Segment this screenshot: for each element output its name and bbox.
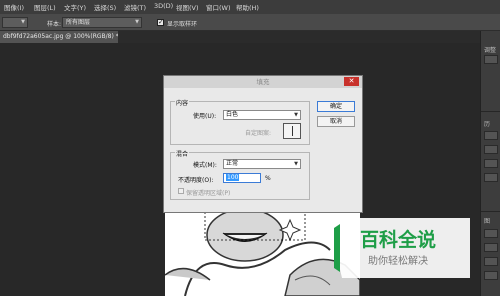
ok-button[interactable]: 确定	[317, 101, 355, 112]
use-label: 使用(U):	[193, 113, 217, 120]
contents-group-title: 内容	[175, 98, 190, 107]
panel-layer-item[interactable]	[484, 257, 498, 266]
panel-layer-item[interactable]	[484, 229, 498, 238]
mode-value: 正常	[226, 160, 239, 167]
panel-history-item[interactable]	[484, 131, 498, 140]
mode-label: 模式(M):	[193, 162, 217, 169]
opacity-label: 不透明度(O):	[178, 177, 214, 184]
contents-group: 内容 使用(U): 白色 ▼ 自定图案:	[170, 98, 310, 145]
fill-dialog: 填充 ✕ 内容 使用(U): 白色 ▼ 自定图案: 混合 模式(M): 正常 ▼…	[163, 75, 363, 213]
menu-filter[interactable]: 滤镜(T)	[124, 2, 146, 12]
blending-group-title: 混合	[175, 149, 190, 158]
panel-layer-item[interactable]	[484, 271, 498, 280]
show-ring-label: 显示取样环	[167, 21, 198, 28]
panel-label-layers[interactable]: 图	[484, 216, 490, 225]
opacity-value: 100	[226, 174, 240, 181]
use-value: 白色	[226, 111, 239, 118]
document-tab[interactable]: dbf9fd72a605ac.jpg @ 100%(RGB/8) *	[0, 31, 118, 43]
sample-select[interactable]: 所有图层 ▼	[62, 17, 142, 28]
preserve-transparency-checkbox[interactable]	[178, 188, 184, 194]
chevron-down-icon: ▼	[135, 19, 139, 25]
menu-select[interactable]: 选择(S)	[94, 2, 116, 12]
sample-size-select[interactable]: ▼	[2, 17, 28, 28]
show-ring-checkbox[interactable]	[157, 18, 164, 26]
watermark-logo: 百科全说 助你轻松解决	[330, 218, 470, 278]
sample-label: 样本:	[47, 21, 62, 28]
chevron-down-icon: ▼	[294, 161, 298, 167]
menu-layer[interactable]: 图层(L)	[34, 2, 56, 12]
preserve-transparency-label: 保留透明区域(P)	[186, 190, 231, 197]
panel-history-item[interactable]	[484, 173, 498, 182]
panel-history-item[interactable]	[484, 159, 498, 168]
panel-label-adjust[interactable]: 调整	[484, 45, 496, 54]
panel-divider	[481, 111, 500, 112]
menu-help[interactable]: 帮助(H)	[236, 2, 259, 12]
close-icon: ✕	[348, 77, 355, 85]
blending-group: 混合 模式(M): 正常 ▼ 不透明度(O): 100 % 保留透明区域(P)	[170, 149, 310, 200]
use-select[interactable]: 白色 ▼	[223, 110, 301, 120]
menu-3d[interactable]: 3D(D)	[154, 2, 173, 10]
mode-select[interactable]: 正常 ▼	[223, 159, 301, 169]
panel-history-item[interactable]	[484, 145, 498, 154]
menu-window[interactable]: 窗口(W)	[206, 2, 231, 12]
pattern-swatch[interactable]	[283, 123, 301, 139]
cancel-button[interactable]: 取消	[317, 116, 355, 127]
panel-layer-item[interactable]	[484, 243, 498, 252]
chevron-down-icon: ▼	[294, 112, 298, 118]
custom-pattern-label: 自定图案:	[245, 130, 272, 137]
menu-view[interactable]: 视图(V)	[176, 2, 199, 12]
panel-swatch[interactable]	[484, 55, 498, 64]
menu-image[interactable]: 图像(I)	[4, 2, 24, 12]
opacity-unit: %	[265, 175, 271, 182]
sample-value: 所有图层	[66, 19, 91, 26]
watermark-title: 百科全说	[360, 228, 436, 251]
panel-label-history[interactable]: 历	[484, 119, 490, 128]
close-button[interactable]: ✕	[344, 77, 359, 86]
chevron-down-icon: ▼	[21, 19, 25, 25]
menu-type[interactable]: 文字(Y)	[64, 2, 86, 12]
opacity-input[interactable]: 100	[223, 173, 261, 183]
right-panel: 调整 历 图	[480, 31, 500, 296]
pattern-swatch-mark	[292, 126, 293, 136]
panel-divider	[481, 211, 500, 212]
menu-bar: 图像(I) 图层(L) 文字(Y) 选择(S) 滤镜(T) 3D(D) 视图(V…	[0, 0, 500, 14]
dialog-title: 填充	[164, 76, 362, 88]
options-bar: ▼ 样本: 所有图层 ▼ 显示取样环	[0, 14, 500, 31]
watermark-subtitle: 助你轻松解决	[368, 254, 428, 267]
